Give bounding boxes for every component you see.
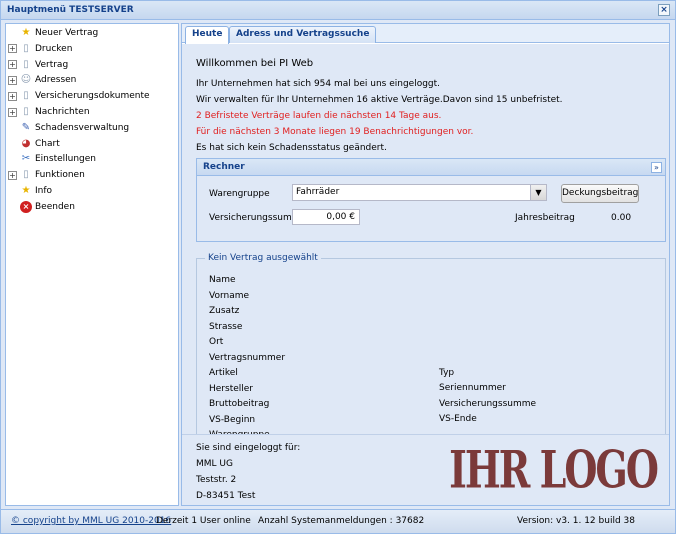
sidebar-item[interactable]: ✂ Einstellungen xyxy=(8,152,96,166)
contract-field-label: Strasse xyxy=(209,321,243,332)
expand-icon[interactable]: + xyxy=(8,91,17,101)
expand-icon[interactable]: + xyxy=(8,107,17,117)
contract-legend: Kein Vertrag ausgewählt xyxy=(205,253,321,263)
warengruppe-select[interactable]: Fahrräder ▼ xyxy=(292,184,547,201)
contract-field-label: VS-Beginn xyxy=(209,414,256,425)
document-icon: ▯ xyxy=(23,90,29,102)
contract-field-label: Seriennummer xyxy=(439,383,506,394)
star-icon: ★ xyxy=(21,185,31,196)
contract-field-label: Artikel xyxy=(209,368,238,379)
sidebar-item-label: Drucken xyxy=(35,43,73,54)
contract-field-label: Hersteller xyxy=(209,383,253,394)
contract-details: Kein Vertrag ausgewählt Name Vorname Zusat… xyxy=(196,253,666,448)
status-bar: © copyright by MML UG 2010-2016 Derzeit … xyxy=(1,509,675,533)
pen-icon: ✎ xyxy=(21,121,31,133)
copyright-link[interactable]: © copyright by MML UG 2010-2016 xyxy=(11,516,171,526)
tools-icon: ✂ xyxy=(21,153,31,165)
versicherungssumme-input[interactable]: 0,00 € xyxy=(292,209,360,225)
sidebar-item-label: Vertrag xyxy=(35,59,69,70)
sidebar-item[interactable]: + ☺ Adressen xyxy=(8,73,76,87)
chart-icon: ◕ xyxy=(21,137,31,149)
sidebar-item[interactable]: ★ Info xyxy=(8,184,53,198)
sidebar-item-label: Chart xyxy=(35,138,60,149)
sidebar-item-label: Funktionen xyxy=(35,170,85,181)
sidebar-item[interactable]: ★ Neuer Vertrag xyxy=(8,26,99,40)
warning-line: Für die nächsten 3 Monate liegen 19 Bena… xyxy=(196,127,474,137)
contract-field-label: Bruttobeitrag xyxy=(209,399,270,410)
sidebar-item[interactable]: ◕ Chart xyxy=(8,137,60,151)
sidebar-item[interactable]: × Beenden xyxy=(8,200,75,214)
address-icon: ☺ xyxy=(20,74,32,86)
version-info: Version: v3. 1. 12 build 38 xyxy=(517,516,635,526)
document-icon: ▯ xyxy=(23,42,29,54)
document-icon: ▯ xyxy=(23,169,29,181)
sidebar-item-label: Info xyxy=(35,186,53,196)
company-logo: IHR LOGO xyxy=(449,439,659,500)
users-online: Derzeit 1 User online xyxy=(156,516,251,526)
sidebar-item[interactable]: + ▯ Drucken xyxy=(8,42,72,56)
window-title: Hauptmenü TESTSERVER xyxy=(7,5,134,15)
rechner-header: Rechner » xyxy=(197,159,665,176)
tab-heute[interactable]: Heute xyxy=(185,26,230,44)
info-line: Wir verwalten für Ihr Unternehmen 16 akt… xyxy=(196,95,563,105)
sidebar-item[interactable]: + ▯ Funktionen xyxy=(8,168,85,182)
deckungsbeitrag-button[interactable]: Deckungsbeitrag xyxy=(561,184,639,203)
star-icon: ★ xyxy=(21,27,31,38)
contract-field-label: VS-Ende xyxy=(439,414,477,425)
sidebar-item[interactable]: ✎ Schadensverwaltung xyxy=(8,121,129,135)
sidebar-item[interactable]: + ▯ Vertrag xyxy=(8,58,68,72)
system-logins: Anzahl Systemanmeldungen : 37682 xyxy=(258,516,425,526)
warengruppe-value: Fahrräder xyxy=(296,187,340,197)
warning-line: 2 Befristete Verträge laufen die nächste… xyxy=(196,111,442,121)
sidebar-item-label: Einstellungen xyxy=(35,154,97,165)
rechner-title: Rechner xyxy=(203,162,245,172)
contract-field-label: Ort xyxy=(209,337,224,348)
sidebar-item[interactable]: + ▯ Nachrichten xyxy=(8,105,90,119)
expand-icon[interactable]: + xyxy=(8,75,17,85)
login-info: Sie sind eingeloggt für: MML UG Teststr.… xyxy=(182,434,669,505)
document-icon: ▯ xyxy=(23,58,29,70)
info-line: Es hat sich kein Schadensstatus geändert… xyxy=(196,143,387,153)
document-icon: ▯ xyxy=(23,106,29,117)
main-panel: Heute Adress und Vertragssuche Willkomme… xyxy=(181,23,670,506)
jahresbeitrag-value: 0.00 xyxy=(611,213,632,223)
contract-field-label: Zusatz xyxy=(209,306,240,317)
sidebar-item-label: Beenden xyxy=(35,201,75,212)
login-street: Teststr. 2 xyxy=(196,475,237,485)
title-bar: Hauptmenü TESTSERVER × xyxy=(1,1,675,20)
today-content: Willkommen bei PI Web Ihr Unternehmen ha… xyxy=(182,44,669,448)
tab-adress-vertragssuche[interactable]: Adress und Vertragssuche xyxy=(229,26,377,43)
sidebar-item-label: Nachrichten xyxy=(35,107,90,117)
expand-icon[interactable]: + xyxy=(8,60,17,70)
sidebar-item[interactable]: + ▯ Versicherungsdokumente xyxy=(8,89,150,103)
info-line: Ihr Unternehmen hat sich 954 mal bei uns… xyxy=(196,79,441,89)
warengruppe-label: Warengruppe xyxy=(209,189,270,199)
login-company: MML UG xyxy=(196,459,233,469)
sidebar-item-label: Versicherungsdokumente xyxy=(35,91,150,102)
login-city: D-83451 Test xyxy=(196,491,256,501)
contract-field-label: Typ xyxy=(439,368,455,378)
sidebar-item-label: Neuer Vertrag xyxy=(35,28,99,38)
exit-icon: × xyxy=(20,200,32,213)
contract-field-label: Vorname xyxy=(209,290,250,301)
chevron-down-icon[interactable]: ▼ xyxy=(530,185,546,200)
navigation-tree: ★ Neuer Vertrag + ▯ Drucken + ▯ Vertrag + ☺ Adress… xyxy=(5,23,179,506)
sidebar-item-label: Schadensverwaltung xyxy=(35,122,130,133)
jahresbeitrag-label: Jahresbeitrag xyxy=(515,213,575,223)
tab-strip: Heute Adress und Vertragssuche xyxy=(182,24,669,44)
contract-field-label: Versicherungssumme xyxy=(439,398,537,409)
expand-icon[interactable]: + xyxy=(8,44,17,54)
main-window: Hauptmenü TESTSERVER × ★ Neuer Vertrag + ▯ D… xyxy=(0,0,676,534)
rechner-panel: Rechner » Warengruppe Fahrräder ▼ Deckun… xyxy=(196,158,666,242)
sidebar-item-label: Adressen xyxy=(35,75,77,86)
collapse-icon[interactable]: » xyxy=(651,162,662,173)
contract-field-label: Vertragsnummer xyxy=(209,353,286,363)
contract-field-label: Name xyxy=(209,275,236,285)
expand-icon[interactable]: + xyxy=(8,170,17,180)
welcome-text: Willkommen bei PI Web xyxy=(196,58,314,69)
login-heading: Sie sind eingeloggt für: xyxy=(196,443,301,453)
close-icon[interactable]: × xyxy=(658,4,670,16)
